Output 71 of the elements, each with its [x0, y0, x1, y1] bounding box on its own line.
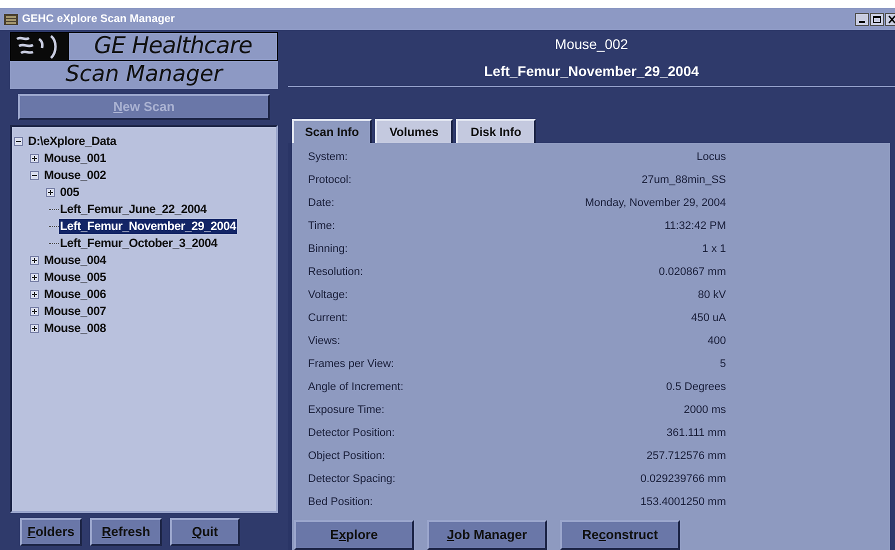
- field-value: 0.5 Degrees: [666, 380, 726, 396]
- refresh-button[interactable]: Refresh: [90, 518, 162, 546]
- expand-icon[interactable]: [30, 273, 39, 282]
- job-manager-button[interactable]: Job Manager: [427, 520, 547, 550]
- field-label: Resolution:: [308, 265, 364, 280]
- tree-item[interactable]: Mouse_006: [43, 287, 107, 302]
- field-value: 450 uA: [691, 311, 726, 326]
- expand-icon[interactable]: [30, 324, 39, 333]
- reconstruct-button[interactable]: Reconstruct: [560, 520, 680, 550]
- window-title: GEHC eXplore Scan Manager: [22, 12, 175, 27]
- minimize-button[interactable]: [855, 12, 869, 26]
- maximize-button[interactable]: [870, 12, 884, 26]
- field-value: 27um_88min_SS: [642, 173, 726, 188]
- field-value: 2000 ms: [684, 403, 726, 418]
- field-value: 257.712576 mm: [646, 449, 726, 464]
- field-label: Bed Position:: [308, 495, 373, 510]
- field-value: 11:32:42 PM: [664, 219, 726, 234]
- field-value: 0.029239766 mm: [640, 472, 726, 488]
- close-button[interactable]: [885, 12, 895, 26]
- tree-item[interactable]: Mouse_005: [43, 270, 107, 285]
- tree-item[interactable]: Mouse_007: [43, 304, 107, 319]
- field-label: System:: [308, 150, 348, 166]
- field-label: Date:: [308, 196, 334, 212]
- scan-name: Left_Femur_November_29_2004: [484, 62, 699, 81]
- field-value: 5: [720, 357, 726, 372]
- folders-button[interactable]: Folders: [20, 518, 82, 546]
- explore-button[interactable]: Explore: [294, 520, 414, 550]
- field-label: Object Position:: [308, 449, 386, 464]
- expand-icon[interactable]: [30, 307, 39, 316]
- field-value: 400: [708, 334, 726, 350]
- tree-item[interactable]: 005: [59, 185, 80, 200]
- field-label: Protocol:: [308, 173, 352, 188]
- expand-icon[interactable]: [30, 290, 39, 299]
- expand-icon[interactable]: [30, 154, 39, 163]
- tree-item[interactable]: Mouse_002: [43, 168, 107, 183]
- expand-icon[interactable]: [30, 256, 39, 265]
- field-value: 1 x 1: [702, 242, 726, 258]
- expand-icon[interactable]: [46, 188, 55, 197]
- tree-item[interactable]: Mouse_008: [43, 321, 107, 336]
- field-label: Frames per View:: [308, 357, 394, 372]
- tree-item[interactable]: Left_Femur_October_3_2004: [59, 236, 218, 251]
- field-value: Locus: [696, 150, 726, 166]
- collapse-icon[interactable]: [30, 171, 39, 180]
- tree-item[interactable]: Mouse_004: [43, 253, 107, 268]
- product-name: Scan Manager: [66, 64, 222, 86]
- tree-item[interactable]: D:\eXplore_Data: [27, 134, 118, 149]
- brand-name: GE Healthcare: [92, 35, 254, 58]
- subject-name: Mouse_002: [554, 35, 628, 54]
- field-label: Views:: [308, 334, 340, 350]
- field-label: Current:: [308, 311, 348, 326]
- field-label: Detector Position:: [308, 426, 395, 442]
- tree-item[interactable]: Left_Femur_June_22_2004: [59, 202, 208, 217]
- field-value: 80 kV: [698, 288, 726, 304]
- field-label: Time:: [308, 219, 336, 234]
- tab[interactable]: Volumes: [375, 119, 453, 143]
- field-label: Detector Spacing:: [308, 472, 396, 488]
- tree-item[interactable]: Mouse_001: [43, 151, 107, 166]
- tab[interactable]: Disk Info: [456, 119, 536, 143]
- field-value: 153.4001250 mm: [640, 495, 726, 510]
- tab[interactable]: Scan Info: [292, 119, 372, 143]
- app-icon: [4, 14, 18, 24]
- tree-item[interactable]: Left_Femur_November_29_2004: [59, 219, 237, 234]
- field-value: Monday, November 29, 2004: [584, 196, 726, 212]
- collapse-icon[interactable]: [14, 137, 23, 146]
- field-label: Binning:: [308, 242, 348, 258]
- field-label: Exposure Time:: [308, 403, 384, 418]
- field-label: Angle of Increment:: [308, 380, 404, 396]
- field-label: Voltage:: [308, 288, 348, 304]
- field-value: 0.020867 mm: [658, 265, 726, 280]
- field-value: 361.111 mm: [666, 426, 726, 442]
- quit-button[interactable]: Quit: [170, 518, 240, 546]
